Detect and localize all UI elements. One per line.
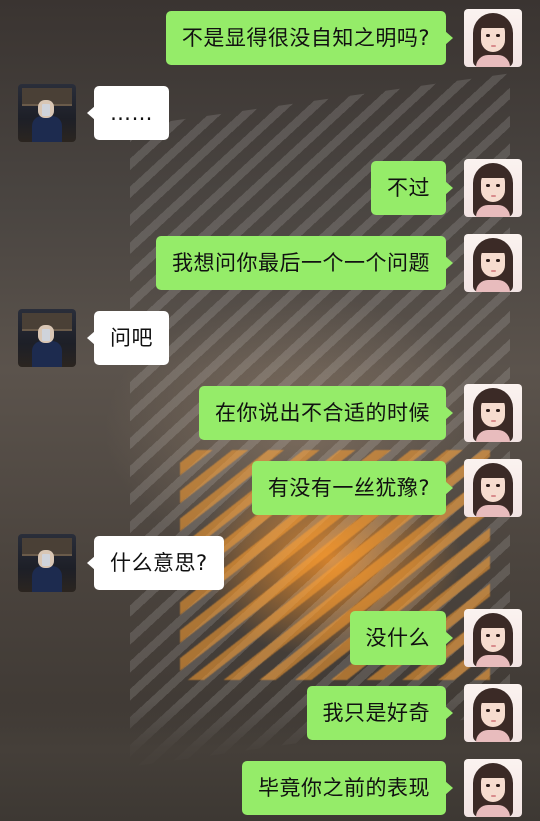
message-row: 毕竟你之前的表现 bbox=[0, 758, 540, 818]
my-avatar-icon[interactable] bbox=[464, 759, 522, 817]
contact-avatar-icon[interactable] bbox=[18, 309, 76, 367]
my-avatar-icon[interactable] bbox=[464, 609, 522, 667]
chat-message-list[interactable]: 不是显得很没自知之明吗? …… 不过 我想问你最后一个一个问题 问吧 在你说出不… bbox=[0, 0, 540, 821]
message-row: 问吧 bbox=[0, 308, 540, 368]
outgoing-message-bubble[interactable]: 我只是好奇 bbox=[306, 686, 453, 740]
outgoing-message-bubble[interactable]: 不是显得很没自知之明吗? bbox=[165, 11, 454, 65]
message-row: 在你说出不合适的时候 bbox=[0, 383, 540, 443]
outgoing-message-bubble[interactable]: 有没有一丝犹豫? bbox=[251, 461, 454, 515]
message-row: 我想问你最后一个一个问题 bbox=[0, 233, 540, 293]
my-avatar-icon[interactable] bbox=[464, 684, 522, 742]
my-avatar-icon[interactable] bbox=[464, 384, 522, 442]
message-row: …… bbox=[0, 83, 540, 143]
message-row: 我只是好奇 bbox=[0, 683, 540, 743]
incoming-message-bubble[interactable]: 问吧 bbox=[87, 311, 169, 365]
outgoing-message-bubble[interactable]: 没什么 bbox=[349, 611, 453, 665]
my-avatar-icon[interactable] bbox=[464, 234, 522, 292]
outgoing-message-bubble[interactable]: 毕竟你之前的表现 bbox=[242, 761, 453, 815]
message-row: 什么意思? bbox=[0, 533, 540, 593]
incoming-message-bubble[interactable]: …… bbox=[87, 86, 169, 140]
message-row: 不过 bbox=[0, 158, 540, 218]
contact-avatar-icon[interactable] bbox=[18, 84, 76, 142]
my-avatar-icon[interactable] bbox=[464, 159, 522, 217]
my-avatar-icon[interactable] bbox=[464, 459, 522, 517]
incoming-message-bubble[interactable]: 什么意思? bbox=[87, 536, 224, 590]
outgoing-message-bubble[interactable]: 在你说出不合适的时候 bbox=[199, 386, 453, 440]
outgoing-message-bubble[interactable]: 我想问你最后一个一个问题 bbox=[156, 236, 453, 290]
my-avatar-icon[interactable] bbox=[464, 9, 522, 67]
message-row: 有没有一丝犹豫? bbox=[0, 458, 540, 518]
contact-avatar-icon[interactable] bbox=[18, 534, 76, 592]
outgoing-message-bubble[interactable]: 不过 bbox=[371, 161, 453, 215]
message-row: 不是显得很没自知之明吗? bbox=[0, 8, 540, 68]
message-row: 没什么 bbox=[0, 608, 540, 668]
